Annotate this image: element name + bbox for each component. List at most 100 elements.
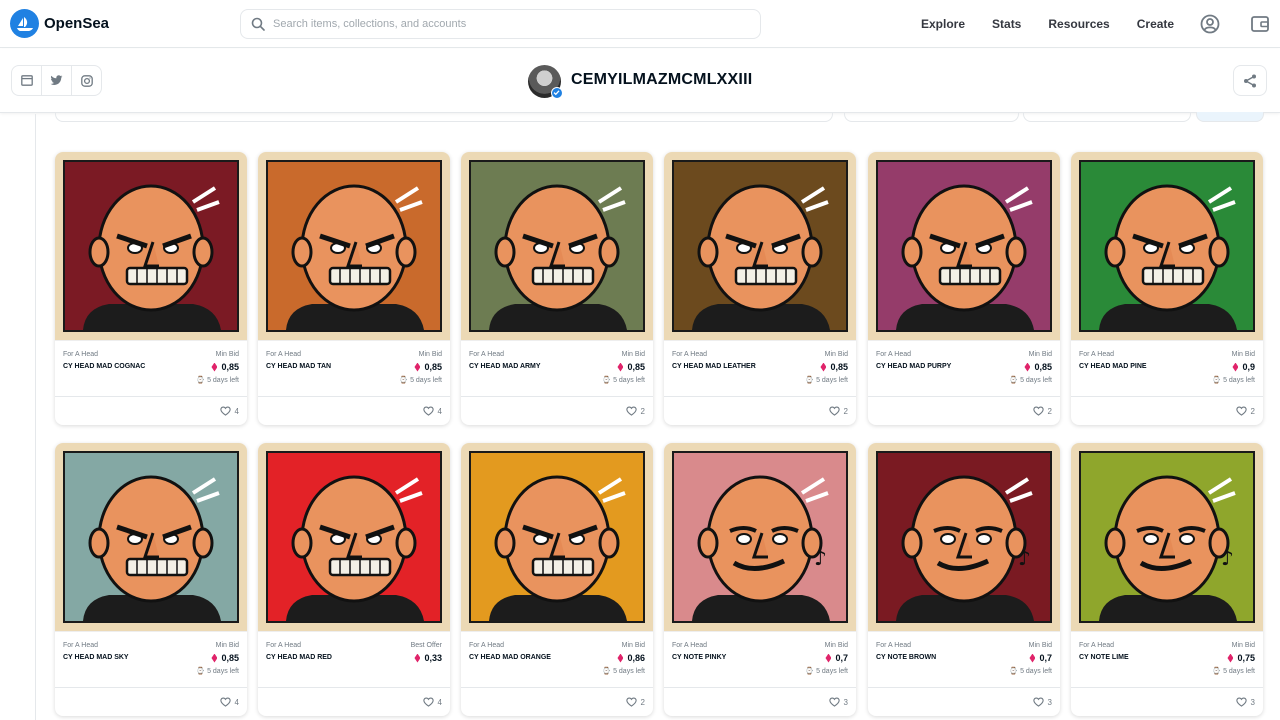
card-title[interactable]: CY NOTE LIME	[1079, 654, 1129, 661]
nav-create[interactable]: Create	[1137, 17, 1174, 31]
card-title[interactable]: CY HEAD MAD LEATHER	[672, 363, 756, 370]
card-collection-name[interactable]: For A Head	[266, 351, 301, 358]
profile-icon[interactable]	[1200, 14, 1220, 34]
nft-image[interactable]	[1071, 152, 1263, 340]
nft-card[interactable]: For A Head CY HEAD MAD PINE Min Bid 0,9 ⌚ 5 …	[1071, 152, 1263, 425]
like-button[interactable]: 2	[828, 406, 848, 416]
card-title[interactable]: CY HEAD MAD ORANGE	[469, 654, 551, 661]
nft-image[interactable]	[55, 152, 247, 340]
card-collection-name[interactable]: For A Head	[63, 642, 98, 649]
card-collection-name[interactable]: For A Head	[469, 642, 504, 649]
card-collection-name[interactable]: For A Head	[266, 642, 301, 649]
nft-card[interactable]: For A Head CY HEAD MAD SKY Min Bid 0,85 ⌚ 5 …	[55, 443, 247, 716]
nft-card[interactable]: For A Head CY HEAD MAD LEATHER Min Bid 0,85…	[664, 152, 856, 425]
nft-image[interactable]	[461, 443, 653, 631]
nft-card[interactable]: For A Head CY HEAD MAD PURPY Min Bid 0,85 ⌚ …	[868, 152, 1060, 425]
nft-image[interactable]	[664, 152, 856, 340]
card-info: For A Head CY HEAD MAD ORANGE Min Bid 0,86 ⌚…	[461, 631, 653, 687]
nft-card[interactable]: For A Head CY HEAD MAD COGNAC Min Bid 0,85 ⌚…	[55, 152, 247, 425]
card-title[interactable]: CY HEAD MAD TAN	[266, 363, 331, 370]
collection-name[interactable]: CEMYILMAZMCMLXXIII	[571, 71, 752, 89]
card-title[interactable]: CY HEAD MAD PINE	[1079, 363, 1147, 370]
verified-badge-icon	[551, 87, 563, 99]
search-input[interactable]	[273, 18, 743, 30]
nft-image[interactable]: ♪	[664, 443, 856, 631]
nft-image[interactable]	[258, 152, 450, 340]
time-left: ⌚ 5 days left	[602, 377, 645, 384]
opensea-logo[interactable]: OpenSea	[10, 9, 109, 38]
nft-image[interactable]	[258, 443, 450, 631]
nft-image[interactable]	[55, 443, 247, 631]
nft-card[interactable]: For A Head CY HEAD MAD ORANGE Min Bid 0,86 ⌚…	[461, 443, 653, 716]
nft-card[interactable]: For A Head CY HEAD MAD TAN Min Bid 0,85 ⌚ 5 …	[258, 152, 450, 425]
nft-card[interactable]: ♪ For A Head CY NOTE BROWN Min Bid 0,7 ⌚ 5 da…	[868, 443, 1060, 716]
card-collection-name[interactable]: For A Head	[876, 642, 911, 649]
card-title[interactable]: CY NOTE PINKY	[672, 654, 726, 661]
card-price: 0,85	[211, 653, 239, 663]
instagram-link[interactable]	[72, 66, 101, 95]
like-button[interactable]: 2	[625, 406, 645, 416]
like-button[interactable]: 4	[422, 697, 442, 707]
heart-icon	[625, 697, 637, 707]
card-info: For A Head CY NOTE LIME Min Bid 0,75 ⌚ 5 day…	[1071, 631, 1263, 687]
like-button[interactable]: 3	[828, 697, 848, 707]
card-collection-name[interactable]: For A Head	[876, 351, 911, 358]
nft-card[interactable]: ♪ For A Head CY NOTE LIME Min Bid 0,75 ⌚ 5 da…	[1071, 443, 1263, 716]
card-collection-name[interactable]: For A Head	[63, 351, 98, 358]
nft-card[interactable]: For A Head CY HEAD MAD RED Best Offer 0,33 4	[258, 443, 450, 716]
like-count: 2	[640, 697, 645, 707]
like-button[interactable]: 2	[1235, 406, 1255, 416]
search-bar[interactable]	[240, 9, 761, 39]
time-left-text: 5 days left	[613, 377, 645, 384]
time-left-text: 5 days left	[816, 377, 848, 384]
website-link[interactable]	[12, 66, 42, 95]
price-label: Min Bid	[1028, 351, 1052, 358]
card-collection-name[interactable]: For A Head	[672, 642, 707, 649]
bald-head-illustration: ♪	[692, 475, 830, 621]
card-price: 0,85	[211, 362, 239, 372]
card-title[interactable]: CY HEAD MAD COGNAC	[63, 363, 145, 370]
card-title[interactable]: CY HEAD MAD PURPY	[876, 363, 951, 370]
card-title[interactable]: CY NOTE BROWN	[876, 654, 936, 661]
card-title[interactable]: CY HEAD MAD SKY	[63, 654, 129, 661]
like-button[interactable]: 2	[1032, 406, 1052, 416]
like-count: 4	[437, 697, 442, 707]
card-title[interactable]: CY HEAD MAD ARMY	[469, 363, 541, 370]
eth-icon	[617, 653, 624, 663]
twitter-link[interactable]	[42, 66, 72, 95]
nft-image[interactable]	[868, 152, 1060, 340]
like-button[interactable]: 2	[625, 697, 645, 707]
time-left: ⌚ 5 days left	[196, 377, 239, 384]
view-toggle-remnant	[1196, 112, 1264, 122]
share-button[interactable]	[1233, 65, 1267, 96]
nft-image[interactable]: ♪	[868, 443, 1060, 631]
card-collection-name[interactable]: For A Head	[1079, 351, 1114, 358]
nav-stats[interactable]: Stats	[992, 17, 1021, 31]
like-button[interactable]: 4	[422, 406, 442, 416]
social-links	[11, 65, 102, 96]
wallet-icon[interactable]	[1250, 14, 1270, 34]
bald-head-illustration	[1099, 184, 1237, 330]
card-collection-name[interactable]: For A Head	[1079, 642, 1114, 649]
nft-card[interactable]: For A Head CY HEAD MAD ARMY Min Bid 0,85 ⌚ 5…	[461, 152, 653, 425]
price-label: Min Bid	[1231, 642, 1255, 649]
like-button[interactable]: 4	[219, 406, 239, 416]
eth-icon	[414, 362, 421, 372]
card-collection-name[interactable]: For A Head	[672, 351, 707, 358]
time-left-text: 5 days left	[207, 377, 239, 384]
card-collection-name[interactable]: For A Head	[469, 351, 504, 358]
nav-explore[interactable]: Explore	[921, 17, 965, 31]
like-button[interactable]: 3	[1032, 697, 1052, 707]
time-left: ⌚ 5 days left	[602, 668, 645, 675]
nft-image[interactable]	[461, 152, 653, 340]
card-footer: 3	[664, 687, 856, 716]
nft-card[interactable]: ♪ For A Head CY NOTE PINKY Min Bid 0,7 ⌚ 5 da…	[664, 443, 856, 716]
bald-head-illustration: ♪	[896, 475, 1034, 621]
price-value: 0,75	[1237, 653, 1255, 663]
like-count: 4	[234, 406, 239, 416]
nav-resources[interactable]: Resources	[1048, 17, 1109, 31]
card-title[interactable]: CY HEAD MAD RED	[266, 654, 332, 661]
like-button[interactable]: 4	[219, 697, 239, 707]
like-button[interactable]: 3	[1235, 697, 1255, 707]
nft-image[interactable]: ♪	[1071, 443, 1263, 631]
